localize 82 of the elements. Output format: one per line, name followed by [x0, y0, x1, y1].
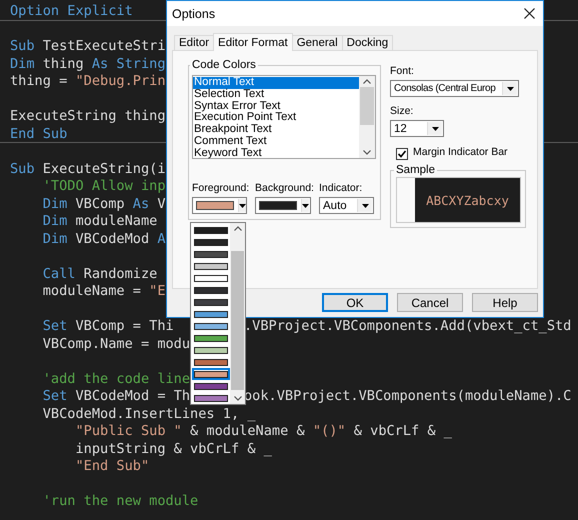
list-item[interactable]: Breakpoint Text	[193, 124, 359, 136]
checkbox[interactable]	[396, 148, 408, 160]
field-label: Foreground:	[192, 182, 247, 195]
color-dropdown[interactable]	[192, 197, 247, 214]
tab[interactable]: Editor Format	[213, 33, 293, 51]
font-dropdown[interactable]: Consolas (Central Europ	[390, 80, 519, 97]
color-option[interactable]	[192, 296, 230, 308]
chevron-down-icon[interactable]	[363, 150, 371, 155]
field-label: Size:	[390, 105, 414, 118]
list-item[interactable]: Comment Text	[193, 136, 359, 148]
color-option[interactable]	[192, 368, 230, 380]
code-line: Set VBComp = Thi	[42, 318, 174, 336]
indicator-dropdown[interactable]: Auto	[319, 197, 374, 214]
chevron-down-icon[interactable]	[234, 396, 242, 401]
color-option[interactable]	[192, 224, 230, 236]
code-line: "End Sub"	[74, 458, 150, 476]
chevron-up-icon[interactable]	[234, 226, 242, 231]
dropdown-arrow-icon	[432, 126, 438, 130]
list-item[interactable]: Syntax Error Text	[193, 100, 359, 112]
field-label: Indicator:	[319, 182, 364, 195]
code-line: thing = "Debug.Prin	[10, 73, 166, 90]
checkbox-label: Margin Indicator Bar	[413, 146, 508, 159]
tab[interactable]: Editor	[174, 35, 214, 50]
scrollbar[interactable]	[359, 76, 375, 158]
window-title: Options	[172, 6, 216, 20]
scrollbar[interactable]	[230, 223, 245, 404]
code-line: VBComp.Name = modu	[42, 336, 190, 353]
group-label: Sample	[395, 164, 436, 176]
dialog-button[interactable]: Help	[472, 293, 538, 312]
size-dropdown[interactable]: 12	[390, 120, 444, 137]
code-line: Dim VBCodeMod A	[42, 230, 166, 248]
color-option[interactable]	[192, 344, 230, 356]
code-line: Sub TestExecuteStri	[10, 38, 166, 56]
scrollbar-thumb[interactable]	[231, 251, 244, 390]
code-line: VBCodeMod.InsertLines 1, _	[42, 406, 256, 423]
list-item[interactable]: Normal Text	[193, 77, 359, 89]
color-option[interactable]	[192, 320, 230, 332]
sample-text: ABCXYZabcxy	[426, 192, 509, 208]
list-item[interactable]: Selection Text	[193, 88, 359, 101]
code-line: inputString & vbCrLf & _	[74, 440, 272, 458]
color-option[interactable]	[192, 236, 230, 248]
color-option[interactable]	[192, 380, 230, 392]
tab[interactable]: Docking	[342, 35, 394, 50]
color-option[interactable]	[192, 260, 230, 272]
list-item[interactable]: Keyword Text	[193, 148, 359, 160]
color-option[interactable]	[192, 272, 230, 284]
color-option[interactable]	[192, 248, 230, 260]
code-line: Dim thing As String	[10, 56, 166, 73]
code-line: Call Randomize	[42, 266, 158, 283]
code-line: Sub ExecuteString(i	[10, 160, 166, 178]
list-item[interactable]: Execution Point Text	[193, 112, 359, 124]
chevron-up-icon[interactable]	[363, 79, 371, 84]
code-line: Dim VBComp As V	[42, 196, 166, 213]
code-line: 'run the new module	[42, 493, 198, 510]
color-option[interactable]	[192, 356, 230, 368]
color-option[interactable]	[192, 332, 230, 344]
field-label: Background:	[255, 182, 311, 195]
dropdown-arrow-icon	[302, 204, 309, 208]
color-option[interactable]	[192, 284, 230, 296]
dropdown-arrow-icon	[506, 86, 514, 90]
code-line: Dim moduleName	[42, 213, 158, 230]
code-line: ook.VBProject.VBComponents(moduleName).C	[244, 388, 572, 406]
code-line: ExecuteString thing	[10, 108, 166, 126]
code-line: End Sub	[10, 126, 68, 143]
close-icon[interactable]	[524, 8, 535, 19]
code-line: .VBProject.VBComponents.Add(vbext_ct_Std	[244, 318, 572, 336]
color-option[interactable]	[192, 308, 230, 320]
code-line: "Public Sub " & moduleName & "()" & vbCrLf & _	[74, 423, 452, 440]
dialog-button[interactable]: OK	[322, 293, 388, 312]
scrollbar-thumb[interactable]	[360, 87, 374, 125]
group-label: Code Colors	[191, 59, 257, 71]
code-line: Option Explicit	[10, 3, 133, 20]
dropdown-arrow-icon	[362, 204, 368, 208]
dropdown-arrow-icon	[239, 204, 246, 208]
code-line: moduleName = "E	[42, 283, 166, 300]
color-option[interactable]	[192, 392, 230, 404]
dialog-button[interactable]: Cancel	[397, 293, 463, 312]
field-label: Font:	[390, 65, 415, 78]
code-line: Set VBCodeMod = Th	[42, 388, 190, 406]
code-line: 'TODO Allow inp	[42, 178, 166, 196]
color-dropdown[interactable]	[255, 197, 311, 214]
code-line: 'add the code line	[42, 370, 190, 388]
